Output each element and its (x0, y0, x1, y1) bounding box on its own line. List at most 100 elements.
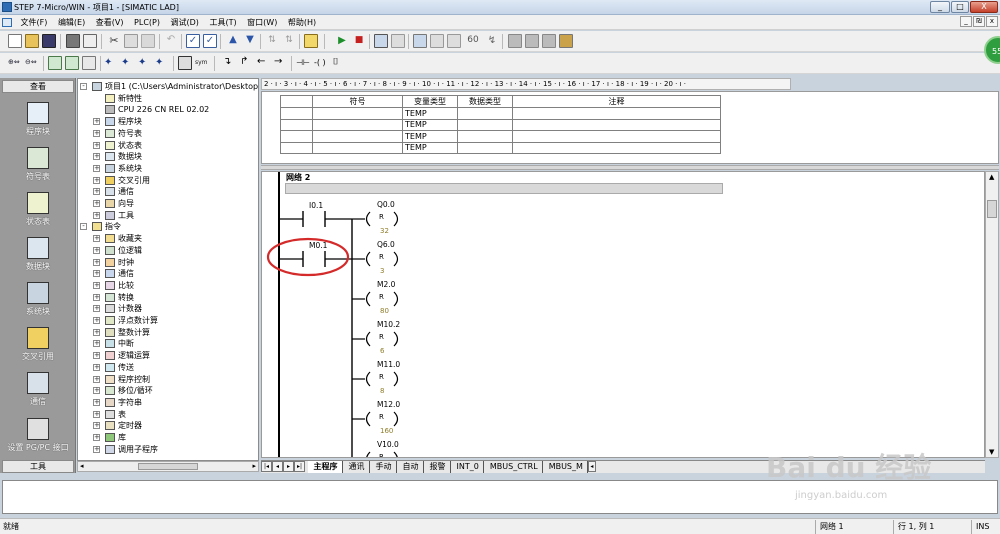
nav-tools-footer[interactable]: 工具 (2, 460, 74, 473)
bookmark-prev-icon[interactable]: ✦ (138, 56, 152, 70)
ladder-editor[interactable]: 网络 2 I0.1 M0.1 R Q0.0 32 R Q6.0 3 R M2.0 80 R M10.2 6… (261, 171, 985, 458)
table-cell[interactable]: TEMP (402, 107, 458, 120)
write-all-icon[interactable] (447, 34, 461, 48)
unlock-icon[interactable] (525, 34, 539, 48)
tab-mbus-m[interactable]: MBUS_M (543, 461, 588, 473)
expand-icon[interactable]: + (93, 270, 100, 278)
nav-data-block[interactable]: 数据块 (0, 233, 76, 277)
expand-icon[interactable]: + (93, 176, 100, 184)
mdi-minimize-button[interactable]: _ (960, 16, 972, 27)
compile-icon[interactable]: ✓ (186, 34, 200, 48)
table-cell[interactable] (312, 107, 403, 120)
expand-icon[interactable]: + (93, 235, 100, 243)
minimize-button[interactable]: _ (930, 1, 950, 13)
tab-int0[interactable]: INT_0 (451, 461, 484, 473)
nav-set-pg-pc-interface[interactable]: 设置 PG/PC 接口 (0, 414, 76, 458)
table-cell[interactable] (457, 107, 513, 120)
menu-window[interactable]: 窗口(W) (243, 15, 281, 30)
table-cell[interactable]: TEMP (402, 118, 458, 131)
symbol-table-icon[interactable]: sym (195, 56, 209, 70)
table-cell[interactable] (512, 130, 721, 143)
bookmark-next-icon[interactable]: ✦ (121, 56, 135, 70)
expand-icon[interactable]: + (93, 118, 100, 126)
menu-help[interactable]: 帮助(H) (284, 15, 320, 30)
tab-main[interactable]: 主程序 (307, 461, 343, 473)
insert-network-icon[interactable]: ⊕⇔ (8, 56, 22, 70)
table-cell[interactable] (280, 107, 313, 120)
expand-icon[interactable]: + (93, 352, 100, 360)
tab-first-icon[interactable]: |◂ (261, 461, 272, 472)
menu-file[interactable]: 文件(F) (17, 15, 52, 30)
lock-icon[interactable] (508, 34, 522, 48)
trend-icon[interactable] (559, 34, 573, 48)
table-cell[interactable] (280, 118, 313, 131)
maximize-button[interactable]: □ (951, 1, 969, 13)
app-menu-icon[interactable] (0, 15, 14, 30)
mdi-close-button[interactable]: x (986, 16, 998, 27)
expand-icon[interactable]: + (93, 246, 100, 254)
table-cell[interactable] (312, 118, 403, 131)
expand-icon[interactable]: + (93, 164, 100, 172)
expand-icon[interactable]: + (93, 340, 100, 348)
tab-mbus-ctrl[interactable]: MBUS_CTRL (484, 461, 543, 473)
nav-status-chart[interactable]: 状态表 (0, 188, 76, 232)
expand-icon[interactable]: + (93, 200, 100, 207)
expand-icon[interactable]: + (93, 317, 100, 324)
symbol-info-icon[interactable] (82, 56, 96, 70)
single-read-icon[interactable] (430, 34, 444, 48)
tab-alarm[interactable]: 报警 (424, 461, 451, 473)
expand-icon[interactable]: + (93, 281, 100, 289)
expand-icon[interactable]: + (93, 188, 100, 196)
toggle-poU-comments-icon[interactable] (48, 56, 62, 70)
cut-icon[interactable]: ✂ (107, 34, 121, 48)
apply-symbols-icon[interactable] (178, 56, 192, 70)
tab-prev-icon[interactable]: ◂ (272, 461, 283, 472)
scroll-right-icon[interactable]: ▸ (252, 462, 256, 470)
contact-icon[interactable]: ⊣⊢ (296, 56, 312, 70)
expand-icon[interactable]: + (93, 410, 100, 418)
splitter[interactable] (261, 165, 999, 170)
table-cell[interactable] (280, 141, 313, 154)
save-icon[interactable] (42, 34, 56, 48)
expand-icon[interactable]: + (93, 293, 100, 301)
upload-icon[interactable]: ▲ (226, 34, 240, 48)
stop-icon[interactable]: ■ (352, 34, 366, 48)
scroll-left-icon[interactable]: ◂ (80, 462, 84, 470)
collapse-icon[interactable]: - (80, 223, 87, 231)
table-cell[interactable] (457, 118, 513, 131)
nav-system-block[interactable]: 系统块 (0, 278, 76, 322)
table-cell[interactable] (312, 141, 403, 154)
line-up-icon[interactable]: ↱ (240, 56, 254, 70)
scroll-thumb[interactable] (138, 463, 198, 470)
expand-icon[interactable]: + (93, 258, 100, 266)
unforce-icon[interactable]: ↯ (485, 34, 499, 48)
bookmark-toggle-icon[interactable]: ✦ (104, 56, 118, 70)
menu-view[interactable]: 查看(V) (92, 15, 128, 30)
table-cell[interactable] (457, 130, 513, 143)
tree-horizontal-scrollbar[interactable]: ◂ ▸ (77, 461, 259, 472)
run-icon[interactable]: ▶ (335, 34, 349, 48)
line-left-icon[interactable]: ← (257, 56, 271, 70)
tab-auto[interactable]: 自动 (397, 461, 424, 473)
menu-debug[interactable]: 调试(D) (167, 15, 203, 30)
program-status-icon[interactable] (374, 34, 388, 48)
table-row[interactable]: TEMP (280, 107, 721, 120)
box-icon[interactable]: ⌷ (333, 56, 347, 70)
chart-status-icon[interactable] (413, 34, 427, 48)
table-cell[interactable] (280, 130, 313, 143)
line-down-icon[interactable]: ↴ (223, 56, 237, 70)
table-row[interactable]: TEMP (280, 130, 721, 143)
scroll-thumb[interactable] (987, 200, 997, 218)
table-cell[interactable] (512, 141, 721, 154)
nav-communication[interactable]: 通信 (0, 368, 76, 412)
expand-icon[interactable]: + (93, 363, 100, 371)
print-preview-icon[interactable] (83, 34, 97, 48)
download-icon[interactable]: ▼ (243, 34, 257, 48)
expand-icon[interactable]: + (93, 387, 100, 395)
delete-network-icon[interactable]: ⊖⇔ (25, 56, 39, 70)
pause-status-icon[interactable] (391, 34, 405, 48)
toggle-network-comments-icon[interactable] (65, 56, 79, 70)
expand-icon[interactable]: + (93, 434, 100, 441)
menu-tools[interactable]: 工具(T) (205, 15, 240, 30)
tab-manual[interactable]: 手动 (370, 461, 397, 473)
